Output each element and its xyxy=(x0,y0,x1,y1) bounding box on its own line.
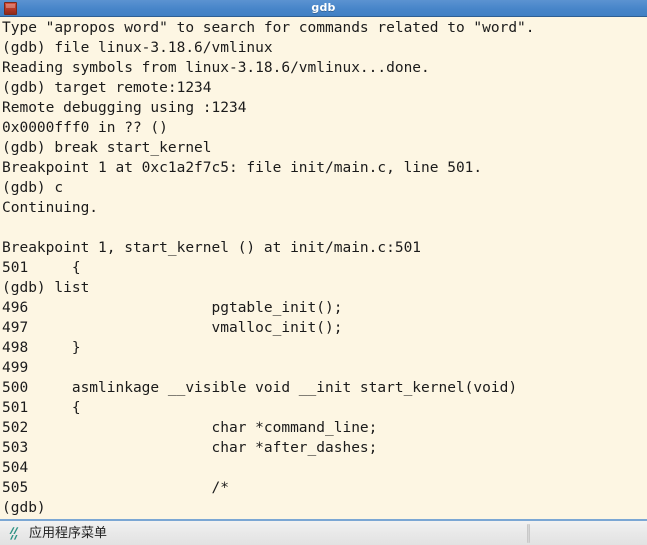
terminal-line: Type "apropos word" to search for comman… xyxy=(2,20,535,36)
terminal-line: (gdb) file linux-3.18.6/vmlinux xyxy=(2,40,273,56)
terminal-line: 501 { xyxy=(2,400,81,416)
terminal-output-area[interactable]: Type "apropos word" to search for comman… xyxy=(0,17,647,519)
desktop-taskbar: 应用程序菜单 xyxy=(0,519,647,545)
terminal-line: 499 xyxy=(2,360,29,376)
terminal-line: 497 vmalloc_init(); xyxy=(2,320,343,336)
terminal-line: Breakpoint 1, start_kernel () at init/ma… xyxy=(2,240,422,256)
terminal-line: (gdb) break start_kernel xyxy=(2,140,212,156)
terminal-line: 502 char *command_line; xyxy=(2,420,378,436)
window-title: gdb xyxy=(311,1,336,14)
terminal-line: Continuing. xyxy=(2,200,99,216)
terminal-line: Reading symbols from linux-3.18.6/vmlinu… xyxy=(2,60,430,76)
terminal-line: (gdb) list xyxy=(2,280,90,296)
terminal-line: (gdb) xyxy=(2,500,46,516)
terminal-line: 496 pgtable_init(); xyxy=(2,300,343,316)
terminal-line: 504 xyxy=(2,460,29,476)
terminal-line: 501 { xyxy=(2,260,81,276)
applications-menu-label: 应用程序菜单 xyxy=(29,525,108,541)
xfce-applications-menu-icon xyxy=(7,526,22,541)
gdb-window: gdb Type "apropos word" to search for co… xyxy=(0,0,647,519)
terminal-line: 498 } xyxy=(2,340,81,356)
panel-separator-handle[interactable] xyxy=(527,524,530,543)
terminal-line: 503 char *after_dashes; xyxy=(2,440,378,456)
terminal-line: 0x0000fff0 in ?? () xyxy=(2,120,168,136)
terminal-line: Breakpoint 1 at 0xc1a2f7c5: file init/ma… xyxy=(2,160,483,176)
terminal-line: 505 /* xyxy=(2,480,229,496)
applications-menu-button[interactable]: 应用程序菜单 xyxy=(0,521,115,545)
terminal-line: (gdb) target remote:1234 xyxy=(2,80,212,96)
terminal-app-icon xyxy=(4,1,17,15)
terminal-line: (gdb) c xyxy=(2,180,64,196)
terminal-line: Remote debugging using :1234 xyxy=(2,100,247,116)
terminal-line: 500 asmlinkage __visible void __init sta… xyxy=(2,380,518,396)
window-titlebar[interactable]: gdb xyxy=(0,0,647,17)
terminal-text: Type "apropos word" to search for comman… xyxy=(0,17,647,518)
